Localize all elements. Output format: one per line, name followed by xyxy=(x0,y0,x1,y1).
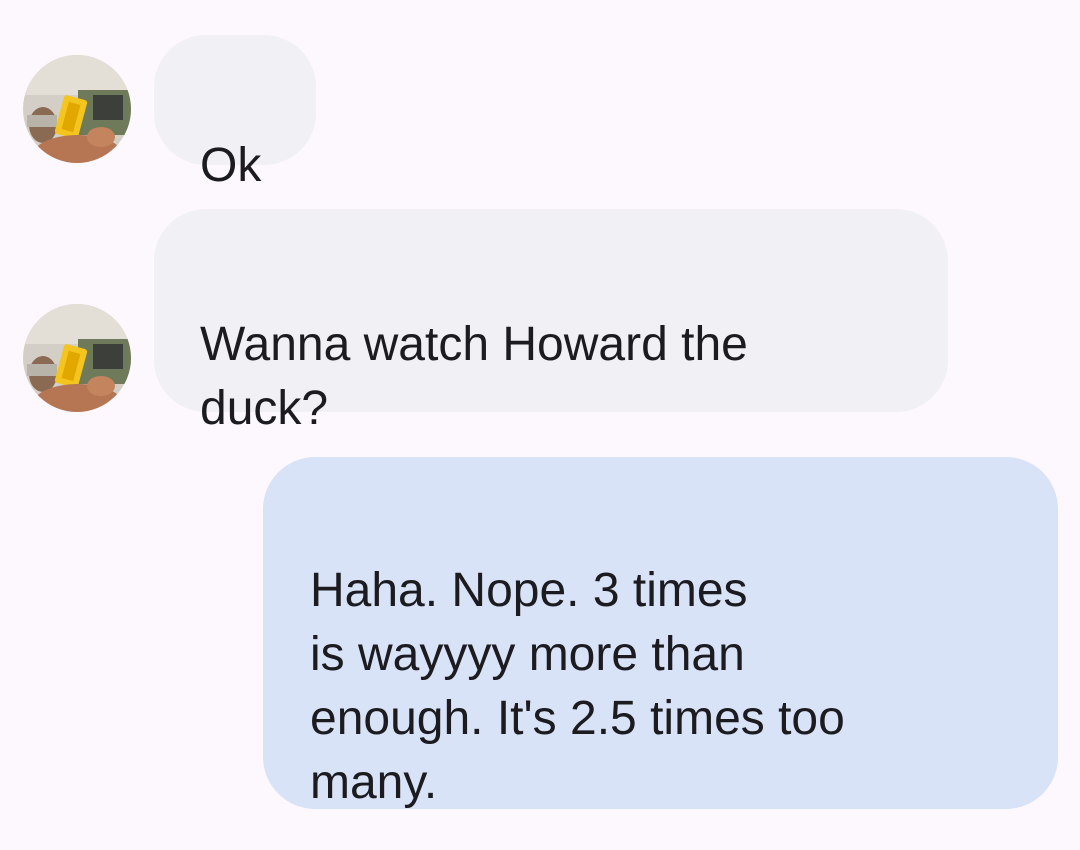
message-bubble-outgoing[interactable]: Haha. Nope. 3 times is wayyyy more than … xyxy=(263,457,1058,809)
message-text: Haha. Nope. 3 times is wayyyy more than … xyxy=(310,564,845,809)
message-bubble-incoming[interactable]: Wanna watch Howard the duck? xyxy=(154,209,948,435)
message-bubble-incoming[interactable]: Ok xyxy=(154,35,316,192)
contact-avatar[interactable] xyxy=(23,55,131,163)
contact-avatar[interactable] xyxy=(23,304,131,412)
contact-photo xyxy=(23,55,131,163)
message-text: Wanna watch Howard the duck? xyxy=(200,318,748,435)
contact-photo xyxy=(23,304,131,412)
message-text: Ok xyxy=(200,139,262,192)
